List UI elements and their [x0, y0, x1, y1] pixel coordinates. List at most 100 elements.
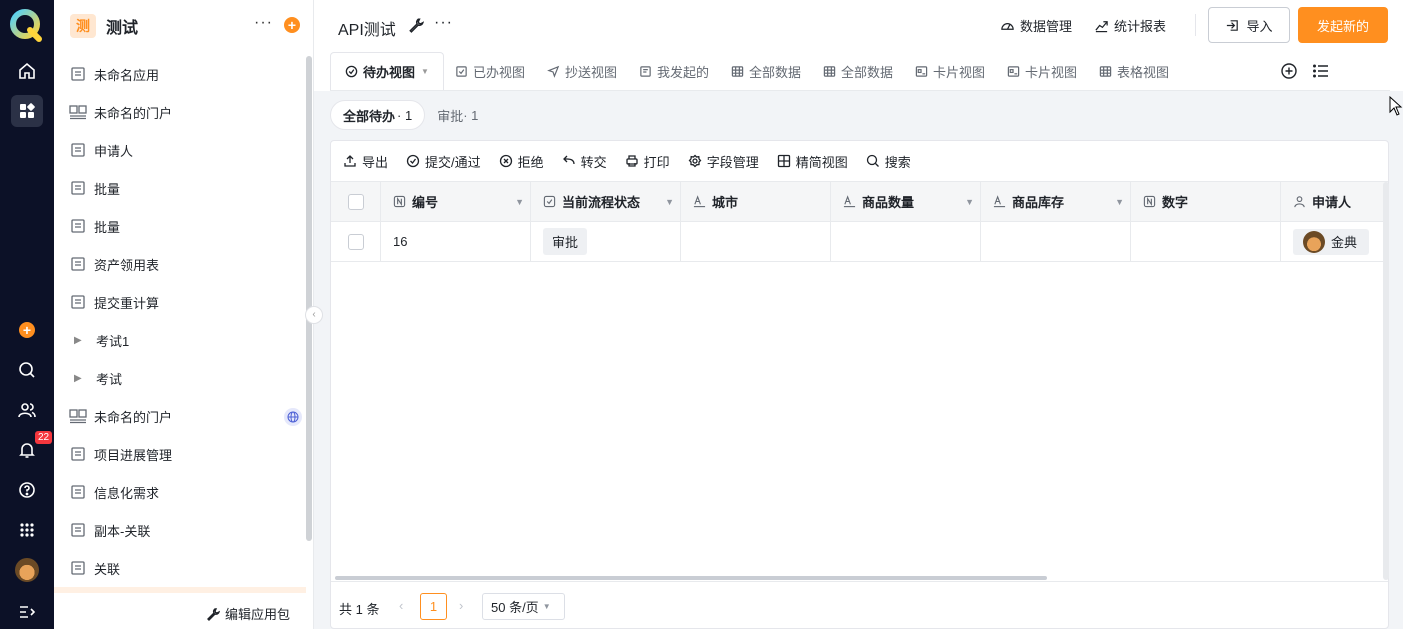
cell-id[interactable]: 16 — [381, 222, 531, 261]
help-icon[interactable] — [11, 474, 43, 506]
sidebar-item-asset-form[interactable]: 资产领用表 — [54, 245, 306, 283]
column-menu-icon[interactable]: ▼ — [515, 197, 524, 207]
tab-card-view[interactable]: 卡片视图 — [904, 52, 996, 90]
cell-applicant[interactable]: 金典 — [1281, 222, 1388, 261]
next-page-icon[interactable]: › — [459, 598, 463, 613]
tab-all-data-2[interactable]: 全部数据 — [812, 52, 904, 90]
user-icon — [1293, 195, 1306, 208]
field-manage-button[interactable]: 字段管理 — [688, 152, 759, 171]
cell-qty[interactable] — [831, 222, 981, 261]
compact-view-button[interactable]: 精简视图 — [777, 152, 848, 171]
sidebar-item-exam[interactable]: ▶ 考试 — [54, 359, 306, 397]
row-checkbox[interactable] — [347, 233, 364, 250]
caret-right-icon[interactable]: ▶ — [74, 373, 84, 384]
sidebar-item-recalc[interactable]: 提交重计算 — [54, 283, 306, 321]
column-header[interactable]: 当前流程状态 ▼ — [531, 182, 681, 221]
data-manage-link[interactable]: 数据管理 — [1000, 16, 1072, 35]
tab-card-view-2[interactable]: 卡片视图 — [996, 52, 1088, 90]
cell-stock[interactable] — [981, 222, 1131, 261]
cell-status[interactable]: 审批 — [531, 222, 681, 261]
more-icon[interactable]: ··· — [434, 14, 453, 32]
sidebar-item-exam1[interactable]: ▶ 考试1 — [54, 321, 306, 359]
applicant-name: 金典 — [1331, 235, 1358, 250]
sidebar-item-it-demand[interactable]: 信息化需求 — [54, 473, 306, 511]
table-horizontal-scrollbar[interactable] — [335, 576, 1047, 580]
sidebar-item-applicant[interactable]: 申请人 — [54, 131, 306, 169]
sidebar-item-copy-relation[interactable]: 副本-关联 — [54, 511, 306, 549]
subtab-count: · 1 — [397, 107, 413, 123]
list-menu-icon[interactable] — [1312, 62, 1330, 80]
column-label: 数字 — [1162, 195, 1189, 210]
tab-todo-view[interactable]: 待办视图 ▼ — [330, 52, 444, 90]
tab-cc-view[interactable]: 抄送视图 — [536, 52, 628, 90]
cell-city[interactable] — [681, 222, 831, 261]
new-button[interactable]: 发起新的 — [1298, 7, 1388, 43]
row-select-cell — [331, 222, 381, 261]
user-avatar[interactable] — [15, 558, 39, 582]
page-number-button[interactable]: 1 — [420, 593, 447, 620]
expand-icon[interactable] — [11, 596, 43, 628]
column-menu-icon[interactable]: ▼ — [1115, 197, 1124, 207]
portal-icon — [69, 103, 87, 121]
sidebar-scrollbar[interactable] — [306, 56, 312, 541]
home-icon[interactable] — [11, 55, 43, 87]
column-header[interactable]: 编号 ▼ — [381, 182, 531, 221]
sidebar-item-batch[interactable]: 批量 — [54, 169, 306, 207]
cell-number[interactable] — [1131, 222, 1281, 261]
column-header[interactable]: 商品数量 ▼ — [831, 182, 981, 221]
tab-done-view[interactable]: 已办视图 — [444, 52, 536, 90]
column-header[interactable]: 数字 — [1131, 182, 1281, 221]
search-button[interactable]: 搜索 — [866, 152, 911, 171]
sidebar-item-label: 项目进展管理 — [94, 447, 173, 463]
tab-initiated[interactable]: 我发起的 — [628, 52, 720, 90]
submit-approve-button[interactable]: 提交/通过 — [406, 152, 481, 171]
apps-icon[interactable] — [11, 95, 43, 127]
import-button[interactable]: 导入 — [1208, 7, 1290, 43]
table-row[interactable]: 16 审批 金典 — [331, 222, 1388, 262]
sidebar-item-project-progress[interactable]: 项目进展管理 — [54, 435, 306, 473]
form-icon — [69, 293, 87, 311]
add-icon[interactable]: + — [19, 322, 35, 338]
column-header[interactable]: 申请人 — [1281, 182, 1388, 221]
dropdown-icon[interactable]: ▼ — [421, 67, 429, 76]
table-toolbar: 导出 提交/通过 拒绝 转交 打印 字段管理 精简视图 搜索 — [343, 151, 929, 171]
table-vertical-scrollbar[interactable] — [1383, 182, 1389, 580]
select-all-checkbox[interactable] — [347, 193, 364, 210]
reject-button[interactable]: 拒绝 — [499, 152, 544, 171]
app-logo[interactable] — [10, 8, 44, 42]
sidebar-item-batch-2[interactable]: 批量 — [54, 207, 306, 245]
search-icon[interactable] — [11, 354, 43, 386]
column-header[interactable]: 商品库存 ▼ — [981, 182, 1131, 221]
tab-table-view[interactable]: 表格视图 — [1088, 52, 1180, 90]
column-menu-icon[interactable]: ▼ — [965, 197, 974, 207]
contacts-icon[interactable] — [11, 394, 43, 426]
edit-package-button[interactable]: 编辑应用包 — [206, 604, 290, 623]
export-button[interactable]: 导出 — [343, 152, 388, 171]
prev-page-icon[interactable]: ‹ — [399, 598, 403, 613]
column-menu-icon[interactable]: ▼ — [665, 197, 674, 207]
sidebar-item-relation[interactable]: 关联 — [54, 549, 306, 587]
add-view-icon[interactable] — [1280, 62, 1298, 80]
subtab-approve[interactable]: 审批 · 1 — [425, 100, 490, 130]
caret-right-icon[interactable]: ▶ — [74, 335, 84, 346]
dashboard-icon — [1001, 23, 1014, 30]
column-header[interactable]: 城市 — [681, 182, 831, 221]
app-root: + 22 测 测试 ··· + 未命名应用 未命名的门户 申请人 批量 批量 资… — [0, 0, 1403, 629]
wrench-icon[interactable] — [408, 17, 424, 33]
add-page-button[interactable]: + — [284, 17, 300, 33]
sidebar-item-label: 关联 — [94, 561, 121, 577]
more-icon[interactable]: ··· — [254, 14, 273, 32]
grid-icon[interactable] — [11, 514, 43, 546]
tab-all-data[interactable]: 全部数据 — [720, 52, 812, 90]
print-button[interactable]: 打印 — [625, 152, 670, 171]
sidebar-item-unnamed-app[interactable]: 未命名应用 — [54, 55, 306, 93]
sidebar-item-portal[interactable]: 未命名的门户 — [54, 93, 306, 131]
sidebar-item-portal-2[interactable]: 未命名的门户 — [54, 397, 306, 435]
tool-label: 精简视图 — [795, 154, 848, 170]
page-size-select[interactable]: 50 条/页 ▼ — [482, 593, 565, 620]
transfer-button[interactable]: 转交 — [562, 152, 607, 171]
subtab-all-todo[interactable]: 全部待办 · 1 — [330, 100, 426, 130]
collapse-sidebar-icon[interactable]: ‹ — [305, 306, 323, 324]
sidebar-item-label: 考试 — [96, 371, 123, 387]
stats-report-link[interactable]: 统计报表 — [1094, 16, 1166, 35]
